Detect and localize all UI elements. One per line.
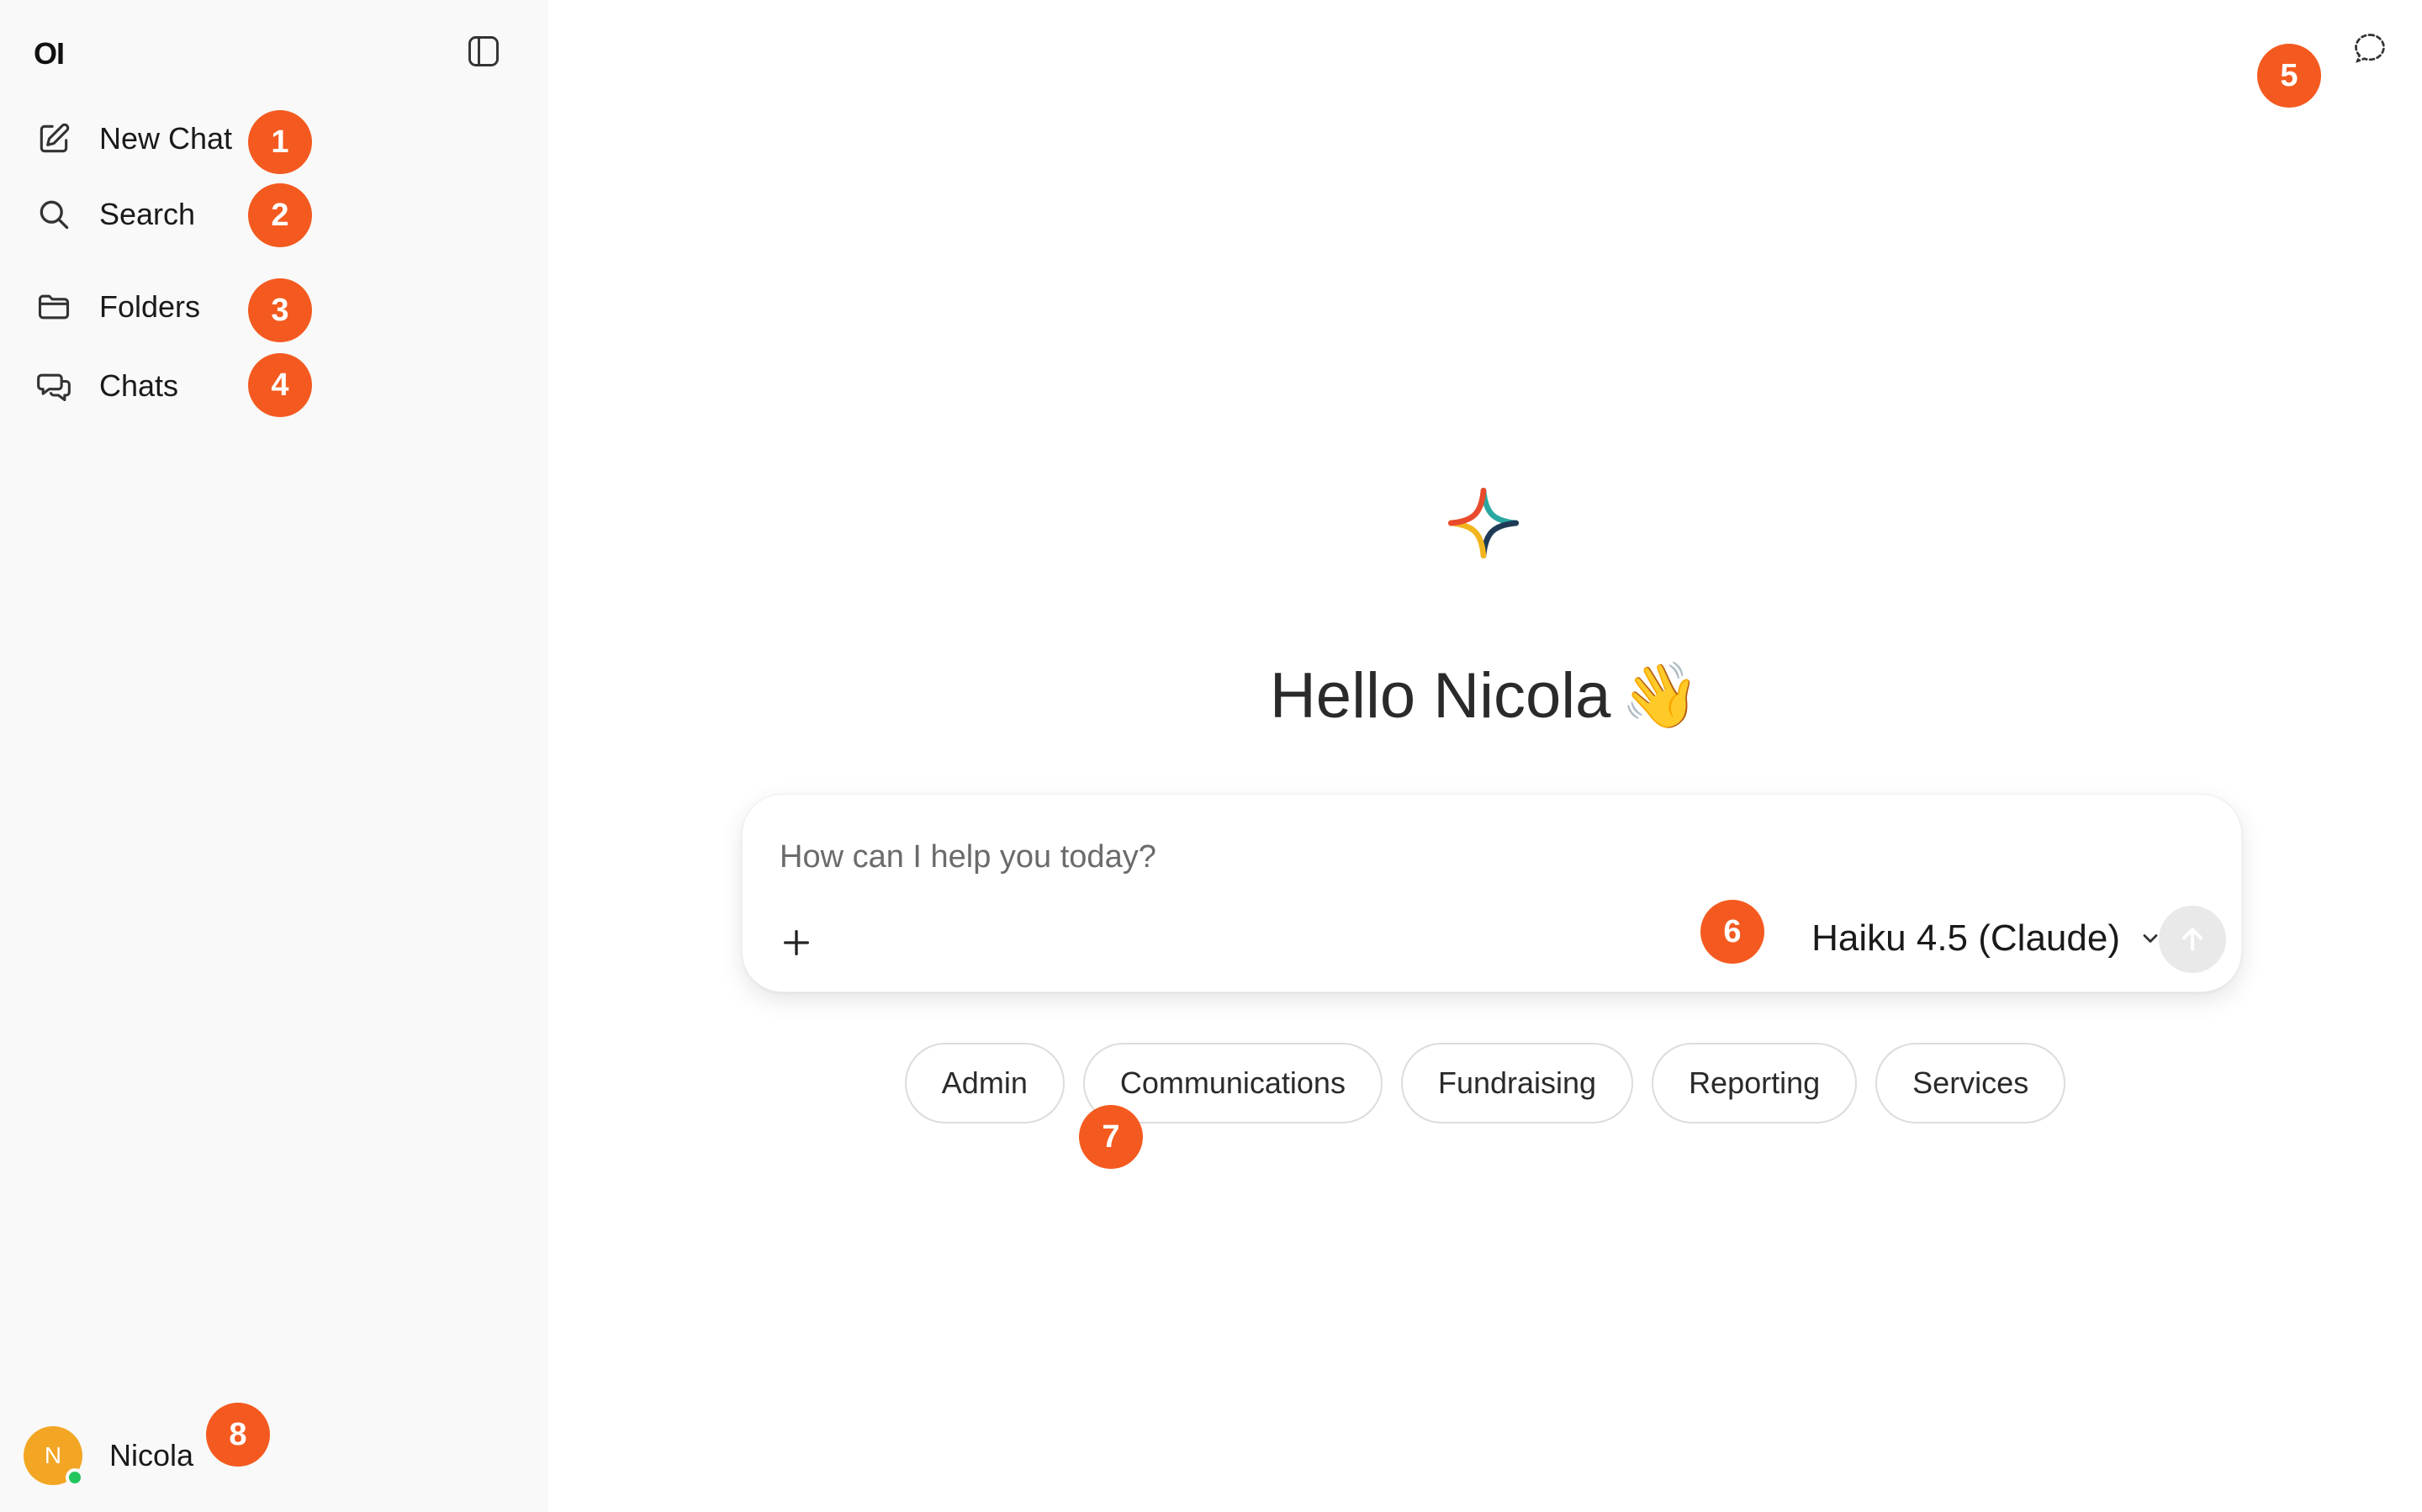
suggestion-chip-reporting[interactable]: Reporting [1652,1043,1858,1123]
annotation-badge-2: 2 [248,183,312,247]
sidebar-item-label: New Chat [99,121,233,156]
annotation-badge-4: 4 [248,353,312,417]
plus-icon [784,930,809,955]
sparkle-logo-icon [1448,488,1519,558]
suggestion-chip-admin[interactable]: Admin [904,1043,1065,1123]
folder-icon [34,287,74,327]
avatar: N [24,1426,84,1487]
greeting-text: Hello Nicola [1269,660,1611,732]
suggestion-chip-fundraising[interactable]: Fundraising [1400,1043,1634,1123]
app-window: OI New Chat Search Folders Chats N Nicol… [0,0,2422,1512]
annotation-badge-7: 7 [1079,1105,1143,1169]
dashed-chat-icon [2355,34,2385,63]
waving-hand-emoji: 👋 [1621,660,1701,732]
suggestion-chip-services[interactable]: Services [1875,1043,2066,1123]
sidebar-toggle-button[interactable] [464,32,503,71]
model-selector[interactable]: Haiku 4.5 (Claude) [1785,909,2164,968]
add-attachment-button[interactable] [773,919,820,966]
main-content: Hello Nicola👋 Haiku 4.5 (Claude) [548,0,2422,1512]
annotation-badge-8: 8 [206,1403,270,1467]
message-composer: Haiku 4.5 (Claude) [742,794,2242,992]
pencil-square-icon [34,119,74,159]
avatar-initial: N [44,1442,62,1468]
sidebar-item-label: Chats [99,368,179,403]
search-icon [34,194,74,235]
sidebar-panel-icon [468,36,499,66]
send-button[interactable] [2159,906,2226,973]
user-name: Nicola [109,1438,194,1472]
sidebar-item-label: Search [99,197,196,231]
sidebar-item-label: Folders [99,289,201,324]
greeting-heading: Hello Nicola 👋 [548,658,2422,733]
message-input[interactable] [780,832,2125,882]
arrow-up-icon [2182,928,2203,951]
online-status-dot [66,1468,84,1487]
suggestion-chips: Admin Communications Fundraising Reporti… [548,1043,2422,1123]
annotation-badge-6: 6 [1700,900,1764,964]
model-name: Haiku 4.5 (Claude) [1811,917,2120,959]
chat-bubbles-icon [34,366,74,406]
annotation-badge-3: 3 [248,278,312,342]
app-logo[interactable]: OI [34,37,77,71]
annotation-badge-1: 1 [248,110,312,174]
annotation-badge-5: 5 [2257,44,2321,108]
temporary-chat-button[interactable] [2351,30,2388,67]
